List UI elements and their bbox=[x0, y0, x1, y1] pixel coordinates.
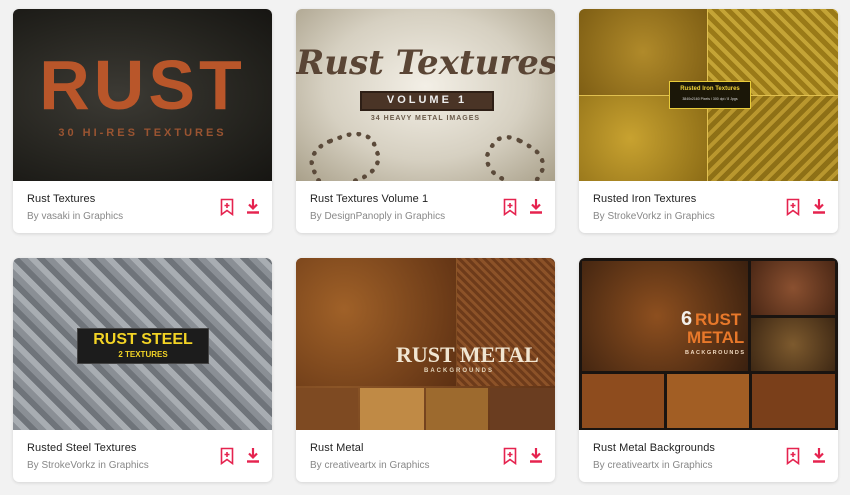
chain-decoration bbox=[303, 124, 387, 181]
bookmark-add-icon[interactable] bbox=[220, 447, 234, 465]
item-author[interactable]: By vasaki in Graphics bbox=[27, 211, 212, 222]
download-icon[interactable] bbox=[246, 447, 260, 463]
item-card[interactable]: Rusted Iron Textures 3840x2160 Pixels / … bbox=[579, 9, 838, 233]
thumbnail-subtext: 34 HEAVY METAL IMAGES bbox=[370, 115, 481, 122]
item-author[interactable]: By DesignPanoply in Graphics bbox=[310, 211, 495, 222]
item-thumbnail[interactable]: RUST 30 HI-RES TEXTURES bbox=[13, 9, 272, 181]
thumbnail-subtext: 30 HI-RES TEXTURES bbox=[58, 127, 227, 139]
texture-tile bbox=[296, 388, 358, 430]
thumbnail-badge-plate: VOLUME 1 bbox=[360, 91, 494, 111]
thumbnail-headline: Rust Textures bbox=[296, 43, 555, 83]
thumbnail-headline: RUST bbox=[695, 310, 742, 329]
bookmark-add-icon[interactable] bbox=[503, 447, 517, 465]
thumbnail-label-box: Rusted Iron Textures 3840x2160 Pixels / … bbox=[669, 81, 751, 109]
texture-tile bbox=[426, 388, 488, 430]
item-author[interactable]: By creativeartx in Graphics bbox=[593, 460, 778, 471]
thumbnail-badge: VOLUME 1 bbox=[386, 94, 468, 106]
thumbnail-subtext: BACKGROUNDS bbox=[685, 350, 746, 356]
item-title[interactable]: Rust Textures bbox=[27, 193, 212, 205]
item-title[interactable]: Rusted Steel Textures bbox=[27, 442, 212, 454]
texture-tile bbox=[667, 374, 749, 428]
download-icon[interactable] bbox=[246, 198, 260, 214]
item-thumbnail[interactable]: RUST METAL BACKGROUNDS bbox=[296, 258, 555, 430]
thumbnail-subtext: 3840x2160 Pixels / 300 dpi / 8 Jpgs bbox=[682, 97, 738, 101]
bookmark-add-icon[interactable] bbox=[786, 447, 800, 465]
texture-tile bbox=[360, 388, 424, 430]
download-icon[interactable] bbox=[529, 447, 543, 463]
thumbnail-subtext: 2 TEXTURES bbox=[118, 350, 168, 359]
thumbnail-headline: RUST METAL bbox=[396, 342, 539, 367]
item-title[interactable]: Rust Metal bbox=[310, 442, 495, 454]
item-thumbnail[interactable]: RUST STEEL 2 TEXTURES bbox=[13, 258, 272, 430]
item-card[interactable]: 6 RUST METAL BACKGROUNDS Rust Metal Back… bbox=[579, 258, 838, 482]
chain-decoration bbox=[477, 127, 553, 181]
item-author[interactable]: By creativeartx in Graphics bbox=[310, 460, 495, 471]
thumbnail-headline: RUST STEEL bbox=[93, 331, 193, 348]
thumbnail-label-box: RUST STEEL 2 TEXTURES bbox=[77, 328, 209, 364]
bookmark-add-icon[interactable] bbox=[786, 198, 800, 216]
download-icon[interactable] bbox=[529, 198, 543, 214]
bookmark-add-icon[interactable] bbox=[503, 198, 517, 216]
texture-tile bbox=[751, 261, 835, 315]
thumbnail-headline: RUST bbox=[39, 46, 246, 124]
item-author[interactable]: By StrokeVorkz in Graphics bbox=[593, 211, 778, 222]
download-icon[interactable] bbox=[812, 198, 826, 214]
texture-tile bbox=[582, 374, 664, 428]
thumbnail-subtext: BACKGROUNDS bbox=[424, 368, 494, 374]
item-author[interactable]: By StrokeVorkz in Graphics bbox=[27, 460, 212, 471]
texture-tile bbox=[751, 318, 835, 371]
item-title[interactable]: Rusted Iron Textures bbox=[593, 193, 778, 205]
bookmark-add-icon[interactable] bbox=[220, 198, 234, 216]
thumbnail-headline: Rusted Iron Textures bbox=[680, 86, 740, 92]
item-card[interactable]: RUST STEEL 2 TEXTURES Rusted Steel Textu… bbox=[13, 258, 272, 482]
download-icon[interactable] bbox=[812, 447, 826, 463]
texture-tile bbox=[490, 388, 555, 430]
texture-tile bbox=[752, 374, 835, 428]
item-title[interactable]: Rust Metal Backgrounds bbox=[593, 442, 778, 454]
item-thumbnail[interactable]: 6 RUST METAL BACKGROUNDS bbox=[579, 258, 838, 430]
item-card[interactable]: Rust Textures VOLUME 1 34 HEAVY METAL IM… bbox=[296, 9, 555, 233]
item-card[interactable]: RUST METAL BACKGROUNDS Rust Metal By cre… bbox=[296, 258, 555, 482]
item-thumbnail[interactable]: Rusted Iron Textures 3840x2160 Pixels / … bbox=[579, 9, 838, 181]
thumbnail-headline-2: METAL bbox=[687, 328, 745, 347]
item-thumbnail[interactable]: Rust Textures VOLUME 1 34 HEAVY METAL IM… bbox=[296, 9, 555, 181]
item-title[interactable]: Rust Textures Volume 1 bbox=[310, 193, 495, 205]
item-card[interactable]: RUST 30 HI-RES TEXTURES Rust Textures By… bbox=[13, 9, 272, 233]
